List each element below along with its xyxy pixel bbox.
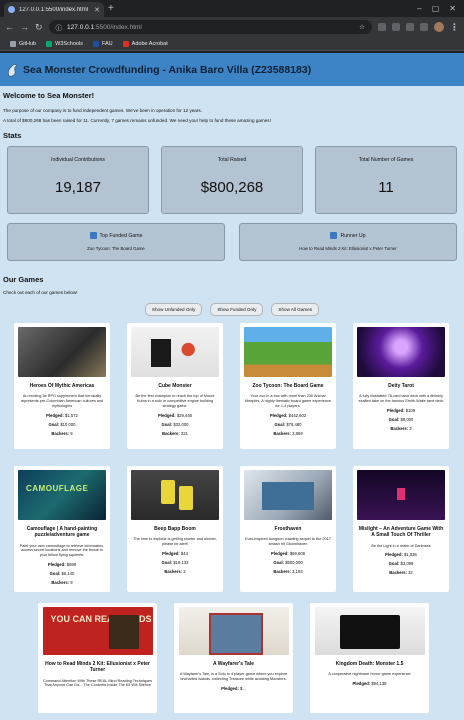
- game-image: [131, 327, 219, 377]
- top-funded-card: Top Funded Game Zoo Tycoon: The Board Ga…: [7, 223, 225, 261]
- address-bar[interactable]: ⓘ 127.0.0.1:5500/index.html ☆: [48, 20, 372, 34]
- game-card: Cube Monster Be the first champion to re…: [127, 323, 223, 449]
- game-card: Frosthaven Euro-inspired dungeon crawlin…: [240, 466, 336, 592]
- game-card: YOU CAN READ MINDS How to Read Minds 2 K…: [38, 603, 157, 713]
- stats-heading: Stats: [3, 131, 22, 140]
- extension-icon[interactable]: [378, 23, 386, 31]
- games-subtitle: Check out each of our games below!: [3, 290, 78, 295]
- game-image: [18, 327, 106, 377]
- close-tab-icon[interactable]: ✕: [94, 6, 100, 14]
- game-image: [244, 470, 332, 520]
- stat-raised: Total Raised $800,268: [161, 146, 303, 214]
- trophy-icon: [89, 232, 97, 239]
- winners-row: Top Funded Game Zoo Tycoon: The Board Ga…: [3, 223, 461, 261]
- game-image: [178, 607, 289, 655]
- runner-up-card: Runner Up How to Read Minds 2 Kit: Ellus…: [239, 223, 457, 261]
- game-card: CAMOUFLAGE Camouflage | A hand-painting …: [14, 466, 110, 592]
- game-image: CAMOUFLAGE: [18, 470, 106, 520]
- url-host: 127.0.0.1: [67, 23, 95, 31]
- intro-text: A total of $800,268 has been raised for …: [3, 118, 271, 123]
- minimize-icon[interactable]: –: [417, 4, 421, 13]
- game-card: Kingdom Death: Monster 1.5 A cooperative…: [310, 603, 429, 713]
- maximize-icon[interactable]: ▢: [432, 4, 440, 13]
- info-icon[interactable]: ⓘ: [56, 22, 63, 32]
- bookmark-w3schools[interactable]: W3Schools: [46, 40, 83, 47]
- game-card: A Wayfarer's Tale A Wayfarer's Tale, is …: [174, 603, 293, 713]
- avatar[interactable]: [434, 22, 444, 32]
- web-page: Sea Monster Crowdfunding - Anika Baro Vi…: [0, 53, 464, 720]
- browser-navbar: ← → ↻ ⓘ 127.0.0.1:5500/index.html ☆ ⋮: [0, 17, 464, 37]
- game-image: YOU CAN READ MINDS: [42, 607, 153, 655]
- stats-row: Individual Contributions 19,187 Total Ra…: [3, 146, 461, 214]
- trophy-icon: [330, 232, 338, 239]
- extensions: ⋮: [378, 22, 459, 33]
- sea-monster-logo-icon: [8, 63, 18, 76]
- url-path: :5500/index.html: [94, 23, 142, 31]
- show-all-button[interactable]: Show All Games: [271, 303, 320, 316]
- bookmark-github[interactable]: GitHub: [10, 40, 36, 47]
- game-image: [131, 470, 219, 520]
- bookmark-fau[interactable]: FAU: [92, 40, 113, 47]
- puzzle-icon[interactable]: [420, 23, 428, 31]
- stat-contributions: Individual Contributions 19,187: [7, 146, 149, 214]
- filter-buttons: Show Unfunded Only Show Funded Only Show…: [3, 303, 461, 316]
- forward-icon[interactable]: →: [20, 22, 29, 32]
- fau-icon: [92, 40, 99, 47]
- game-card: Zoo Tycoon: The Board Game Your zoo in a…: [240, 323, 336, 449]
- extension-icon[interactable]: [392, 23, 400, 31]
- game-card: Beep Bapp Boom The time to explode is ge…: [127, 466, 223, 592]
- site-header: Sea Monster Crowdfunding - Anika Baro Vi…: [0, 53, 464, 86]
- new-tab-icon[interactable]: +: [108, 3, 114, 14]
- intro-text: The purpose of our company is to fund in…: [3, 108, 202, 113]
- game-image: [244, 327, 332, 377]
- bookmark-acrobat[interactable]: Adobe Acrobat: [122, 40, 168, 47]
- browser-tabbar: 127.0.0.1:5500/index.html ✕ + – ▢ ✕: [0, 0, 464, 17]
- extension-icon[interactable]: [406, 23, 414, 31]
- stat-games: Total Number of Games 11: [315, 146, 457, 214]
- welcome-heading: Welcome to Sea Monster!: [3, 91, 95, 100]
- games-grid: Heroes Of Mythic Americas An exciting 5e…: [3, 323, 461, 592]
- acrobat-icon: [122, 40, 129, 47]
- back-icon[interactable]: ←: [5, 22, 14, 32]
- tab-title: 127.0.0.1:5500/index.html: [19, 6, 89, 13]
- show-funded-button[interactable]: Show Funded Only: [210, 303, 264, 316]
- game-image: [357, 327, 445, 377]
- globe-icon: [8, 6, 15, 13]
- page-title: Sea Monster Crowdfunding - Anika Baro Vi…: [23, 63, 312, 76]
- games-row: YOU CAN READ MINDS How to Read Minds 2 K…: [3, 603, 461, 713]
- game-image: [357, 470, 445, 520]
- show-unfunded-button[interactable]: Show Unfunded Only: [144, 303, 203, 316]
- game-card: Heroes Of Mythic Americas An exciting 5e…: [14, 323, 110, 449]
- games-heading: Our Games: [3, 275, 44, 284]
- game-card: Mislight – An Adventure Game With A Smal…: [353, 466, 449, 592]
- w3schools-icon: [46, 40, 53, 47]
- close-window-icon[interactable]: ✕: [449, 4, 456, 13]
- github-icon: [10, 40, 16, 47]
- menu-icon[interactable]: ⋮: [450, 22, 459, 33]
- browser-tab[interactable]: 127.0.0.1:5500/index.html ✕: [4, 2, 104, 17]
- star-icon[interactable]: ☆: [359, 23, 365, 31]
- game-image: [314, 607, 425, 655]
- game-card: Deity Tarot A fully illustrated 78-card …: [353, 323, 449, 449]
- reload-icon[interactable]: ↻: [35, 22, 43, 33]
- bookmarks-bar: GitHub W3Schools FAU Adobe Acrobat: [0, 37, 464, 51]
- window-controls: – ▢ ✕: [417, 4, 460, 13]
